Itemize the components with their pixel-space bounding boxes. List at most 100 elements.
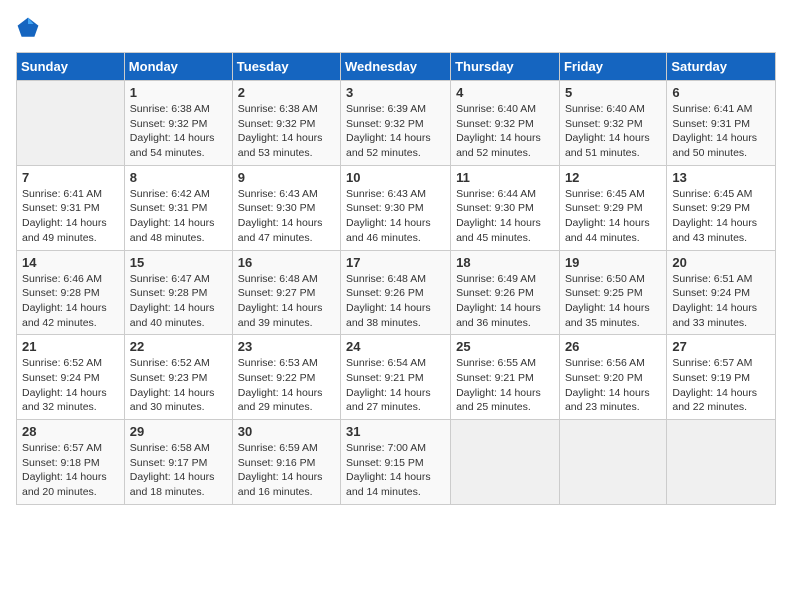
day-number: 10 <box>346 170 445 185</box>
day-info: Sunrise: 6:54 AMSunset: 9:21 PMDaylight:… <box>346 356 445 415</box>
calendar-cell: 30Sunrise: 6:59 AMSunset: 9:16 PMDayligh… <box>232 420 340 505</box>
day-info: Sunrise: 6:39 AMSunset: 9:32 PMDaylight:… <box>346 102 445 161</box>
calendar-cell: 14 Sunrise: 6:46 AMSunset: 9:28 PMDayligh… <box>17 250 125 335</box>
day-number: 1 <box>130 85 227 100</box>
day-header-tuesday: Tuesday <box>232 53 340 81</box>
day-info: Sunrise: 6:50 AMSunset: 9:25 PMDaylight:… <box>565 272 661 331</box>
day-info: Sunrise: 6:52 AMSunset: 9:23 PMDaylight:… <box>130 356 227 415</box>
day-number: 21 <box>22 339 119 354</box>
calendar-cell: 24 Sunrise: 6:54 AMSunset: 9:21 PMDayligh… <box>341 335 451 420</box>
day-number: 17 <box>346 255 445 270</box>
page-header <box>16 16 776 40</box>
calendar-cell: 23 Sunrise: 6:53 AMSunset: 9:22 PMDayligh… <box>232 335 340 420</box>
day-number: 13 <box>672 170 770 185</box>
calendar-cell: 21 Sunrise: 6:52 AMSunset: 9:24 PMDayligh… <box>17 335 125 420</box>
day-number: 3 <box>346 85 445 100</box>
day-info: Sunrise: 6:43 AMSunset: 9:30 PMDaylight:… <box>238 187 335 246</box>
day-info: Sunrise: 6:57 AMSunset: 9:18 PMDaylight:… <box>22 441 119 500</box>
day-info: Sunrise: 6:41 AMSunset: 9:31 PMDaylight:… <box>22 187 119 246</box>
day-info: Sunrise: 6:43 AMSunset: 9:30 PMDaylight:… <box>346 187 445 246</box>
calendar-cell <box>451 420 560 505</box>
day-number: 28 <box>22 424 119 439</box>
calendar-week-1: 1 Sunrise: 6:38 AMSunset: 9:32 PMDaylight… <box>17 81 776 166</box>
day-number: 14 <box>22 255 119 270</box>
day-number: 2 <box>238 85 335 100</box>
day-number: 11 <box>456 170 554 185</box>
calendar-cell: 13 Sunrise: 6:45 AMSunset: 9:29 PMDayligh… <box>667 165 776 250</box>
day-info: Sunrise: 6:48 AMSunset: 9:26 PMDaylight:… <box>346 272 445 331</box>
day-number: 12 <box>565 170 661 185</box>
day-info: Sunrise: 6:46 AMSunset: 9:28 PMDaylight:… <box>22 272 119 331</box>
day-number: 8 <box>130 170 227 185</box>
day-number: 6 <box>672 85 770 100</box>
calendar-cell: 6 Sunrise: 6:41 AMSunset: 9:31 PMDaylight… <box>667 81 776 166</box>
day-number: 7 <box>22 170 119 185</box>
calendar-cell: 8 Sunrise: 6:42 AMSunset: 9:31 PMDaylight… <box>124 165 232 250</box>
day-info: Sunrise: 6:42 AMSunset: 9:31 PMDaylight:… <box>130 187 227 246</box>
calendar-cell <box>559 420 666 505</box>
day-header-friday: Friday <box>559 53 666 81</box>
calendar-cell: 18 Sunrise: 6:49 AMSunset: 9:26 PMDayligh… <box>451 250 560 335</box>
calendar-week-4: 21 Sunrise: 6:52 AMSunset: 9:24 PMDayligh… <box>17 335 776 420</box>
calendar-cell: 1 Sunrise: 6:38 AMSunset: 9:32 PMDaylight… <box>124 81 232 166</box>
calendar-cell: 31Sunrise: 7:00 AMSunset: 9:15 PMDayligh… <box>341 420 451 505</box>
day-info: Sunrise: 6:48 AMSunset: 9:27 PMDaylight:… <box>238 272 335 331</box>
day-number: 24 <box>346 339 445 354</box>
day-info: Sunrise: 6:38 AMSunset: 9:32 PMDaylight:… <box>238 102 335 161</box>
calendar-cell: 12 Sunrise: 6:45 AMSunset: 9:29 PMDayligh… <box>559 165 666 250</box>
day-header-thursday: Thursday <box>451 53 560 81</box>
calendar-cell: 9 Sunrise: 6:43 AMSunset: 9:30 PMDaylight… <box>232 165 340 250</box>
calendar-cell: 7 Sunrise: 6:41 AMSunset: 9:31 PMDaylight… <box>17 165 125 250</box>
calendar-week-5: 28 Sunrise: 6:57 AMSunset: 9:18 PMDayligh… <box>17 420 776 505</box>
day-number: 15 <box>130 255 227 270</box>
day-number: 25 <box>456 339 554 354</box>
day-info: Sunrise: 6:41 AMSunset: 9:31 PMDaylight:… <box>672 102 770 161</box>
calendar-week-2: 7 Sunrise: 6:41 AMSunset: 9:31 PMDaylight… <box>17 165 776 250</box>
calendar-week-3: 14 Sunrise: 6:46 AMSunset: 9:28 PMDayligh… <box>17 250 776 335</box>
day-info: Sunrise: 6:51 AMSunset: 9:24 PMDaylight:… <box>672 272 770 331</box>
calendar-cell <box>667 420 776 505</box>
day-number: 4 <box>456 85 554 100</box>
day-number: 23 <box>238 339 335 354</box>
day-header-sunday: Sunday <box>17 53 125 81</box>
day-number: 18 <box>456 255 554 270</box>
calendar-cell: 20 Sunrise: 6:51 AMSunset: 9:24 PMDayligh… <box>667 250 776 335</box>
day-info: Sunrise: 6:49 AMSunset: 9:26 PMDaylight:… <box>456 272 554 331</box>
day-info: Sunrise: 6:53 AMSunset: 9:22 PMDaylight:… <box>238 356 335 415</box>
calendar-cell: 15 Sunrise: 6:47 AMSunset: 9:28 PMDayligh… <box>124 250 232 335</box>
day-info: Sunrise: 6:47 AMSunset: 9:28 PMDaylight:… <box>130 272 227 331</box>
calendar-cell: 4 Sunrise: 6:40 AMSunset: 9:32 PMDaylight… <box>451 81 560 166</box>
calendar-cell: 26Sunrise: 6:56 AMSunset: 9:20 PMDayligh… <box>559 335 666 420</box>
day-info: Sunrise: 7:00 AMSunset: 9:15 PMDaylight:… <box>346 441 445 500</box>
day-header-saturday: Saturday <box>667 53 776 81</box>
calendar-cell: 3 Sunrise: 6:39 AMSunset: 9:32 PMDaylight… <box>341 81 451 166</box>
calendar-cell: 11 Sunrise: 6:44 AMSunset: 9:30 PMDayligh… <box>451 165 560 250</box>
day-info: Sunrise: 6:40 AMSunset: 9:32 PMDaylight:… <box>565 102 661 161</box>
day-number: 26 <box>565 339 661 354</box>
day-number: 16 <box>238 255 335 270</box>
day-info: Sunrise: 6:40 AMSunset: 9:32 PMDaylight:… <box>456 102 554 161</box>
day-number: 5 <box>565 85 661 100</box>
day-number: 20 <box>672 255 770 270</box>
logo <box>16 16 44 40</box>
day-info: Sunrise: 6:38 AMSunset: 9:32 PMDaylight:… <box>130 102 227 161</box>
day-info: Sunrise: 6:59 AMSunset: 9:16 PMDaylight:… <box>238 441 335 500</box>
logo-icon <box>16 16 40 40</box>
day-info: Sunrise: 6:45 AMSunset: 9:29 PMDaylight:… <box>672 187 770 246</box>
calendar-table: SundayMondayTuesdayWednesdayThursdayFrid… <box>16 52 776 505</box>
calendar-cell: 2 Sunrise: 6:38 AMSunset: 9:32 PMDaylight… <box>232 81 340 166</box>
day-info: Sunrise: 6:44 AMSunset: 9:30 PMDaylight:… <box>456 187 554 246</box>
calendar-header: SundayMondayTuesdayWednesdayThursdayFrid… <box>17 53 776 81</box>
day-number: 19 <box>565 255 661 270</box>
calendar-cell <box>17 81 125 166</box>
day-info: Sunrise: 6:52 AMSunset: 9:24 PMDaylight:… <box>22 356 119 415</box>
day-header-monday: Monday <box>124 53 232 81</box>
calendar-cell: 25 Sunrise: 6:55 AMSunset: 9:21 PMDayligh… <box>451 335 560 420</box>
calendar-cell: 29Sunrise: 6:58 AMSunset: 9:17 PMDayligh… <box>124 420 232 505</box>
calendar-cell: 17 Sunrise: 6:48 AMSunset: 9:26 PMDayligh… <box>341 250 451 335</box>
calendar-cell: 28 Sunrise: 6:57 AMSunset: 9:18 PMDayligh… <box>17 420 125 505</box>
day-number: 9 <box>238 170 335 185</box>
day-info: Sunrise: 6:55 AMSunset: 9:21 PMDaylight:… <box>456 356 554 415</box>
day-info: Sunrise: 6:45 AMSunset: 9:29 PMDaylight:… <box>565 187 661 246</box>
calendar-cell: 5 Sunrise: 6:40 AMSunset: 9:32 PMDaylight… <box>559 81 666 166</box>
